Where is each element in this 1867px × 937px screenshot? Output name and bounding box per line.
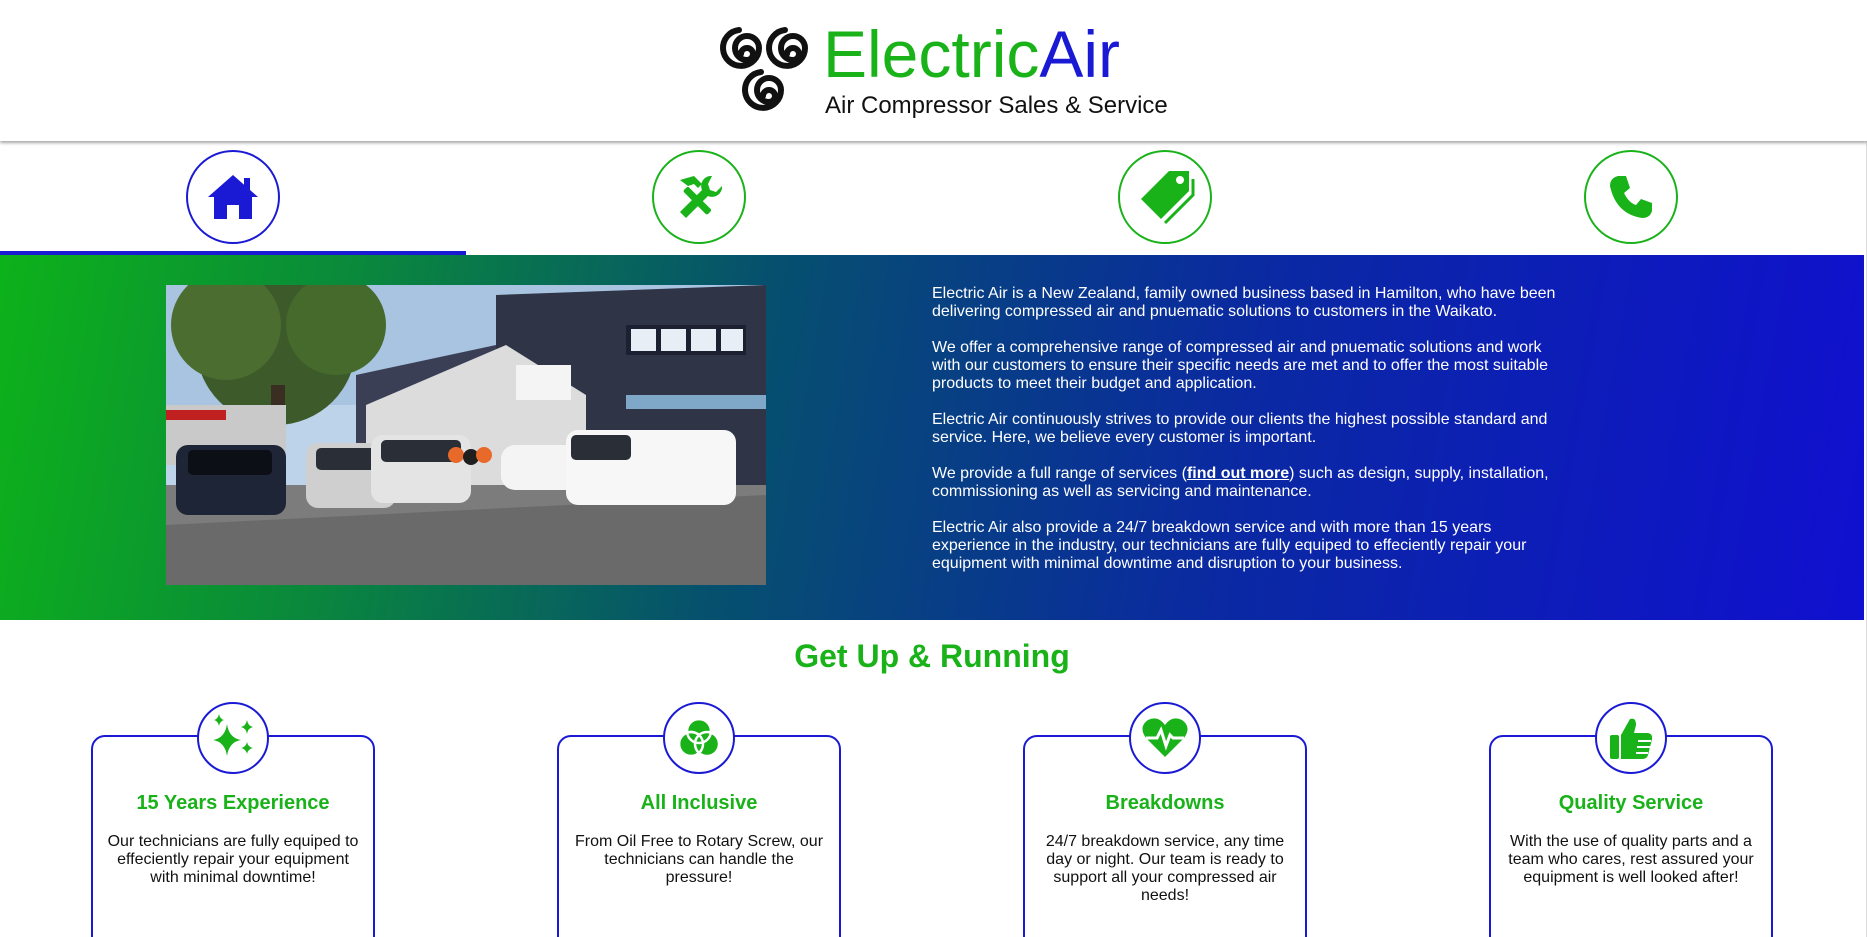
logo-triple-spiral-icon[interactable]: [713, 18, 819, 124]
nav-services[interactable]: [466, 141, 932, 255]
nav-sales[interactable]: [932, 141, 1398, 255]
phone-icon: [1610, 176, 1652, 218]
features-title: Get Up & Running: [794, 638, 1070, 674]
nav-sales-circle: [1118, 150, 1212, 244]
main-nav: [0, 141, 1864, 255]
nav-home-circle: [186, 150, 280, 244]
site-header: ElectricAir Air Compressor Sales & Servi…: [0, 0, 1867, 141]
hero-banner: Electric Air is a New Zealand, family ow…: [0, 255, 1864, 620]
feature-card: 15 Years Experience Our technicians are …: [91, 702, 375, 937]
price-tag-icon: [1141, 171, 1195, 225]
brand-name-part2: Air: [1039, 17, 1121, 91]
find-out-more-link[interactable]: find out more: [1187, 465, 1289, 482]
brand-tagline: Air Compressor Sales & Service: [825, 92, 1168, 119]
heartbeat-icon: [1142, 718, 1188, 757]
brand-name-part1: Electric: [823, 17, 1040, 91]
about-text: Electric Air is a New Zealand, family ow…: [932, 285, 1562, 591]
about-paragraph: Electric Air continuously strives to pro…: [932, 411, 1548, 446]
feature-card-title: 15 Years Experience: [136, 792, 330, 814]
feature-card: All Inclusive From Oil Free to Rotary Sc…: [557, 702, 841, 937]
feature-card: Breakdowns 24/7 breakdown service, any t…: [1023, 702, 1307, 937]
nav-services-circle: [652, 150, 746, 244]
feature-card-title: Quality Service: [1558, 792, 1704, 814]
feature-badge: [1595, 702, 1667, 774]
feature-badge: [1129, 702, 1201, 774]
services-prefix: We provide a full range of services (: [932, 465, 1187, 482]
thumbs-up-icon: [1610, 718, 1653, 759]
feature-card-text: With the use of quality parts and a team…: [1508, 833, 1754, 886]
breakdown-paragraph: Electric Air also provide a 24/7 breakdo…: [932, 519, 1527, 572]
feature-card: Quality Service With the use of quality …: [1489, 702, 1773, 937]
feature-card-text: Our technicians are fully equiped to eff…: [107, 833, 359, 886]
about-paragraph: Electric Air is a New Zealand, family ow…: [932, 285, 1556, 320]
feature-card-text: 24/7 breakdown service, any time day or …: [1045, 833, 1285, 904]
nav-contact[interactable]: [1398, 141, 1864, 255]
services-paragraph: We provide a full range of services (fin…: [932, 465, 1562, 501]
feature-badge: [197, 702, 269, 774]
brand-name[interactable]: ElectricAir: [823, 15, 1120, 93]
feature-card-title: Breakdowns: [1105, 792, 1225, 814]
nav-contact-circle: [1584, 150, 1678, 244]
about-paragraph: We offer a comprehensive range of compre…: [932, 339, 1549, 392]
feature-card-text: From Oil Free to Rotary Screw, our techn…: [574, 833, 824, 886]
home-icon: [208, 175, 258, 219]
nav-home[interactable]: [0, 141, 466, 255]
feature-card-title: All Inclusive: [640, 792, 758, 814]
sparkles-icon: [213, 714, 253, 756]
circles-icon: [677, 717, 721, 758]
tools-icon: [680, 175, 723, 218]
feature-badge: [663, 702, 735, 774]
storefront-photo: [166, 285, 766, 585]
